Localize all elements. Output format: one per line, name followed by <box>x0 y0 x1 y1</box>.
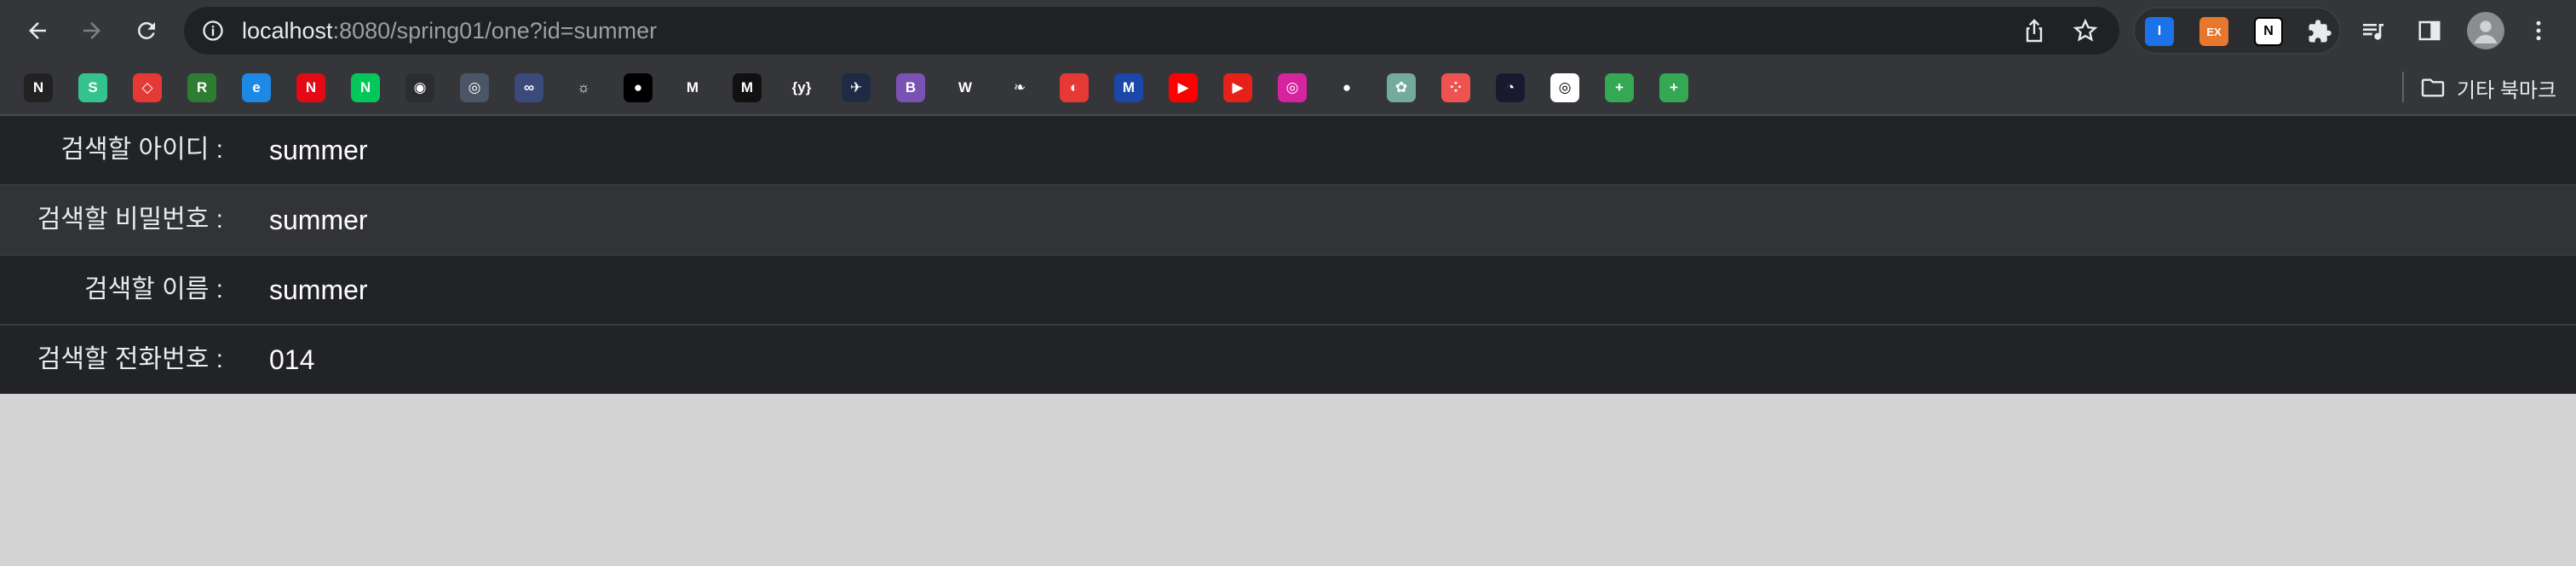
bookmark-m-yellow-icon[interactable]: M <box>678 73 707 102</box>
bookmark-instagram-icon[interactable]: ◎ <box>1278 73 1307 102</box>
other-bookmarks-folder[interactable]: 기타 북마크 <box>2419 61 2556 114</box>
url-path: :8080/spring01/one?id=summer <box>332 18 658 43</box>
bookmark-target-icon[interactable]: ◎ <box>1550 73 1579 102</box>
bookmark-braces-icon[interactable]: {y} <box>787 73 816 102</box>
star-icon[interactable] <box>2072 17 2099 44</box>
info-icon[interactable] <box>201 19 225 43</box>
bookmark-discord-icon[interactable]: ◉ <box>405 73 434 102</box>
bookmark-w-icon[interactable]: W <box>951 73 980 102</box>
bookmark-search-icon[interactable]: ◔ <box>1496 73 1525 102</box>
bookmark-netflix-icon[interactable]: N <box>296 73 325 102</box>
bookmark-app-icon[interactable]: ◎ <box>460 73 489 102</box>
bookmark-bird-icon[interactable]: ✈ <box>842 73 871 102</box>
password-label: 검색할 비밀번호 : <box>37 205 223 234</box>
name-label: 검색할 이름 : <box>83 275 223 303</box>
media-control-icon[interactable] <box>2358 15 2389 46</box>
table-row-name: 검색할 이름 : summer <box>0 256 2576 326</box>
bookmark-red-circle-icon[interactable]: ◐ <box>1060 73 1089 102</box>
bookmark-youtube-music-icon[interactable]: ▶ <box>1223 73 1252 102</box>
bookmark-m-italic-icon[interactable]: M <box>733 73 762 102</box>
folder-icon <box>2421 78 2445 97</box>
url-host: localhost <box>242 18 333 43</box>
phone-label: 검색할 전화번호 : <box>37 345 223 373</box>
bookmark-red-square-icon[interactable]: ◇ <box>133 73 162 102</box>
forward-button[interactable] <box>72 10 112 51</box>
table-row-id: 검색할 아이디 : summer <box>0 116 2576 186</box>
id-label: 검색할 아이디 : <box>60 136 223 164</box>
table-row-phone: 검색할 전화번호 : 014 <box>0 326 2576 394</box>
password-value: summer <box>269 205 368 235</box>
bookmark-r-icon[interactable]: R <box>187 73 216 102</box>
address-bar[interactable]: localhost:8080/spring01/one?id=summer <box>184 7 2119 55</box>
search-result-table: 검색할 아이디 : summer 검색할 비밀번호 : summer 검색할 이… <box>0 116 2576 394</box>
bookmark-naver-icon[interactable]: N <box>351 73 380 102</box>
1password-extension-icon[interactable]: I <box>2145 17 2174 46</box>
bookmark-chatgpt-icon[interactable]: ✿ <box>1387 73 1416 102</box>
url-text[interactable]: localhost:8080/spring01/one?id=summer <box>242 7 657 55</box>
extensions-group: I EX N <box>2133 7 2341 55</box>
back-arrow-icon <box>29 22 46 39</box>
bookmark-edge-icon[interactable]: e <box>242 73 271 102</box>
bookmark-sun-icon[interactable]: ☼ <box>569 73 598 102</box>
phone-value: 014 <box>269 344 315 375</box>
bookmarks-separator <box>2402 72 2404 102</box>
other-bookmarks-label: 기타 북마크 <box>2457 78 2557 102</box>
side-panel-icon[interactable] <box>2414 15 2445 46</box>
bookmark-green-s-icon[interactable]: S <box>78 73 107 102</box>
reload-button[interactable] <box>126 10 167 51</box>
forward-arrow-icon <box>83 22 101 39</box>
page-background <box>0 397 2576 566</box>
bookmark-cloud-icon[interactable]: ∞ <box>515 73 543 102</box>
bookmark-sheets-1-icon[interactable]: + <box>1605 73 1634 102</box>
bookmark-leaf-icon[interactable]: ❧ <box>1005 73 1034 102</box>
ex-extension-icon[interactable]: EX <box>2199 17 2228 46</box>
browser-toolbar: localhost:8080/spring01/one?id=summer I … <box>0 0 2576 61</box>
id-value: summer <box>269 135 368 165</box>
bookmark-sheets-2-icon[interactable]: + <box>1659 73 1688 102</box>
bookmark-github-icon[interactable]: ● <box>1332 73 1361 102</box>
notion-extension-icon[interactable]: N <box>2254 17 2283 46</box>
bookmark-black-circle-icon[interactable]: ● <box>624 73 653 102</box>
share-icon[interactable] <box>2021 17 2048 44</box>
bookmark-youtube-icon[interactable]: ▶ <box>1169 73 1198 102</box>
back-button[interactable] <box>17 10 58 51</box>
name-value: summer <box>269 274 368 305</box>
table-row-password: 검색할 비밀번호 : summer <box>0 186 2576 256</box>
bookmarks-bar: N S ◇ Re N N ◉ ◎ ∞ ☼ ● M M {y} ✈ B W ❧ ◐ M ▶ ▶ ◎ ● ✿ ⁘ ◔ ◎ + + 기타 북마크 <box>0 61 2576 116</box>
reload-icon <box>137 21 155 39</box>
puzzle-icon[interactable] <box>2305 17 2334 46</box>
bookmark-m-blue-icon[interactable]: M <box>1114 73 1143 102</box>
kebab-menu-icon[interactable] <box>2523 15 2554 46</box>
bookmark-dots-icon[interactable]: ⁘ <box>1441 73 1470 102</box>
profile-avatar[interactable] <box>2467 12 2504 49</box>
bookmark-bootstrap-icon[interactable]: B <box>896 73 925 102</box>
bookmark-notion-ai-icon[interactable]: N <box>24 73 53 102</box>
